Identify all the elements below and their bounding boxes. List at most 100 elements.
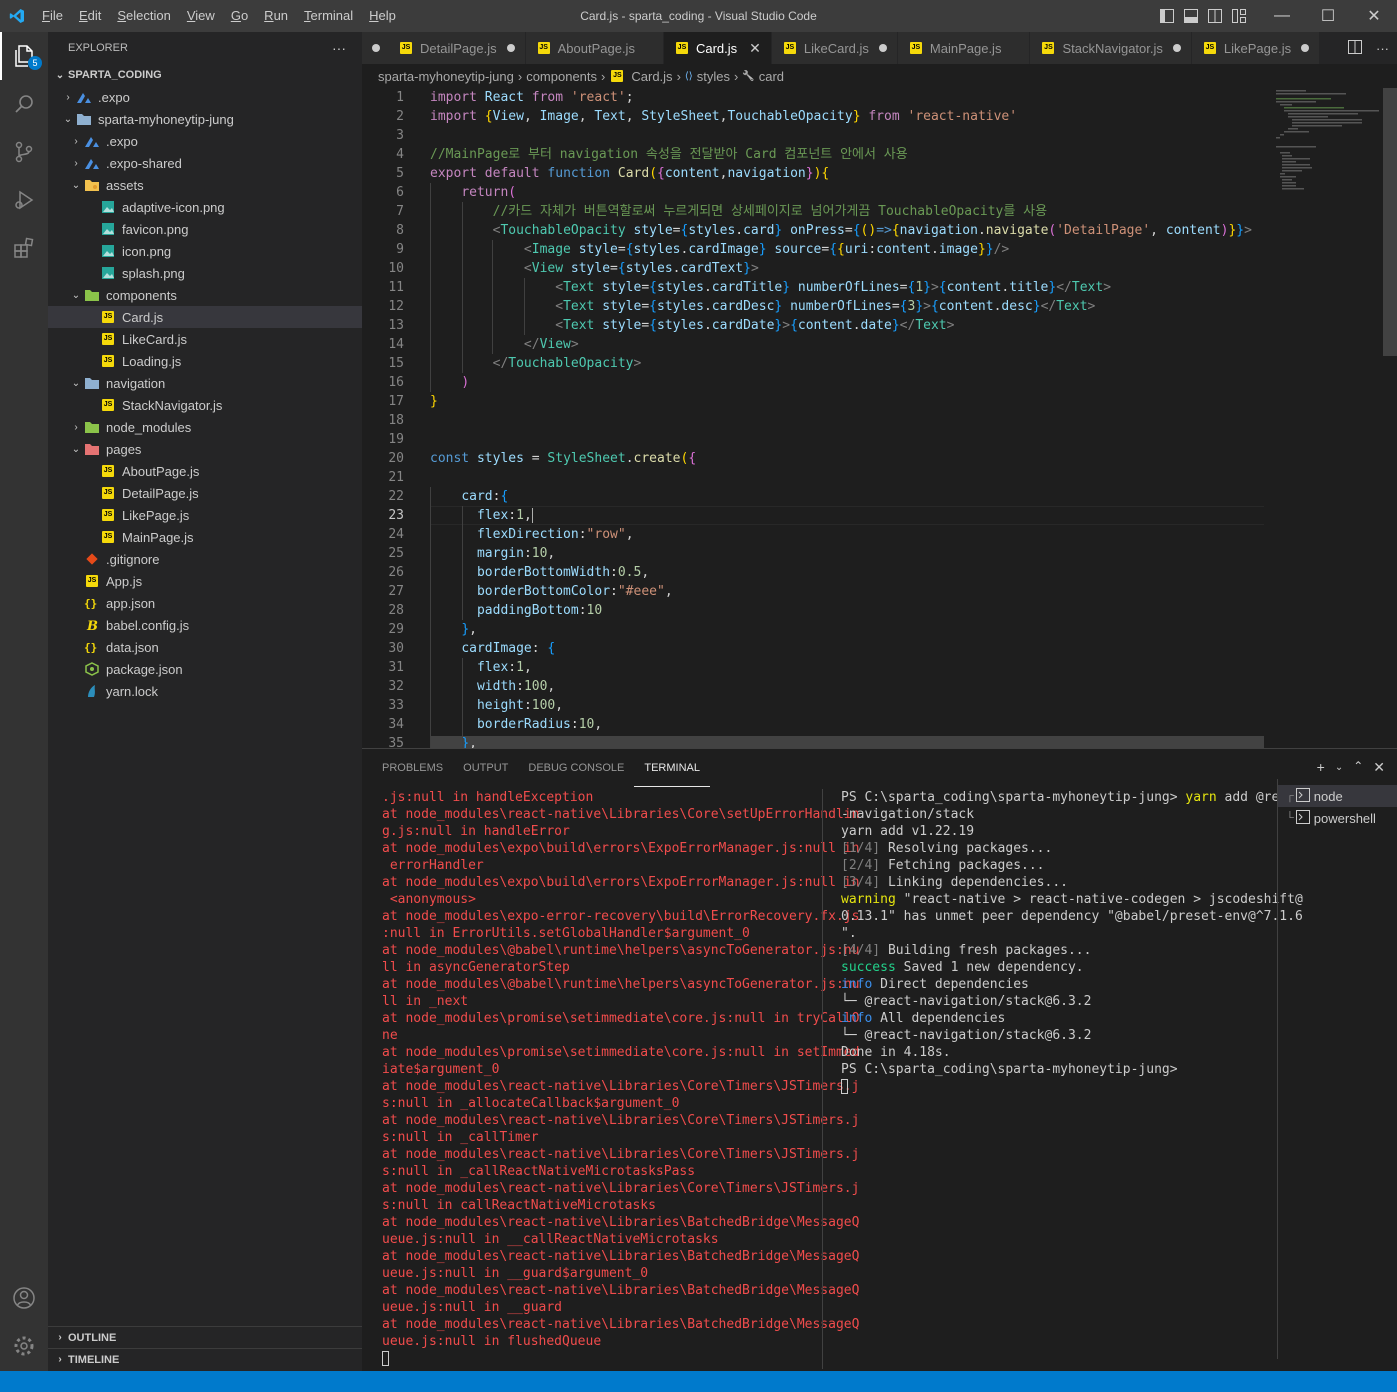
tree-item[interactable]: yarn.lock (48, 680, 362, 702)
source-control-icon[interactable] (0, 128, 48, 176)
terminal-list-item-powershell[interactable]: └ powershell (1278, 807, 1397, 829)
explorer-icon[interactable]: 5 (0, 32, 48, 80)
code-token: Text (1071, 280, 1104, 295)
tree-item[interactable]: {} app.json (48, 592, 362, 614)
code-line: 3 (362, 126, 1264, 145)
new-terminal-icon[interactable]: + (1317, 759, 1325, 776)
tab-card-js[interactable]: JS Card.js ✕ (663, 32, 772, 64)
menu-view[interactable]: View (179, 0, 223, 32)
breadcrumb-item[interactable]: components (526, 69, 597, 84)
minimap[interactable] (1272, 88, 1382, 748)
tab-close-icon[interactable]: ✕ (749, 40, 761, 57)
tree-item[interactable]: › .expo-shared (48, 152, 362, 174)
breadcrumb-item[interactable]: sparta-myhoneytip-jung (378, 69, 514, 84)
toggle-panel-icon[interactable] (1179, 0, 1203, 32)
tree-item[interactable]: ⌄ pages (48, 438, 362, 460)
tree-item[interactable]: ⌄ assets (48, 174, 362, 196)
tree-item[interactable]: › node_modules (48, 416, 362, 438)
customize-layout-icon[interactable] (1227, 0, 1251, 32)
manage-gear-icon[interactable] (0, 1322, 48, 1370)
breadcrumb-item[interactable]: card (759, 69, 784, 84)
terminal-dropdown-icon[interactable]: ⌄ (1335, 762, 1343, 776)
minimize-button[interactable]: — (1259, 0, 1305, 32)
tree-item[interactable]: {} data.json (48, 636, 362, 658)
toggle-sidebar-icon[interactable] (1155, 0, 1179, 32)
tree-item[interactable]: ⌄ components (48, 284, 362, 306)
outline-section[interactable]: › OUTLINE (48, 1326, 362, 1348)
panel-tab-terminal[interactable]: TERMINAL (634, 750, 710, 787)
maximize-panel-icon[interactable]: ⌃ (1353, 759, 1363, 776)
tree-item[interactable]: adaptive-icon.png (48, 196, 362, 218)
tree-item[interactable]: › .expo (48, 86, 362, 108)
code-text: <TouchableOpacity style={styles.card} on… (430, 221, 1252, 240)
code-token: { (617, 261, 626, 276)
tree-item[interactable]: JS App.js (48, 570, 362, 592)
terminal-token: └─ @react-navigation/stack@6.3.2 (841, 994, 1092, 1009)
terminal-node-output[interactable]: .js:null in handleException at node_modul… (382, 789, 859, 1366)
menu-go[interactable]: Go (223, 0, 256, 32)
tab-detailpage-js[interactable]: JS DetailPage.js (362, 32, 526, 64)
toggle-secondary-sidebar-icon[interactable] (1203, 0, 1227, 32)
code-token: Text (915, 318, 947, 333)
tree-item[interactable]: ⌄ sparta-myhoneytip-jung (48, 108, 362, 130)
menu-run[interactable]: Run (256, 0, 296, 32)
tree-item[interactable]: ⌄ navigation (48, 372, 362, 394)
panel-tab-problems[interactable]: PROBLEMS (372, 750, 453, 786)
more-actions-icon[interactable]: ··· (332, 40, 346, 56)
tree-item[interactable]: splash.png (48, 262, 362, 284)
tree-item[interactable]: JS Card.js (48, 306, 362, 328)
tree-item[interactable]: package.json (48, 658, 362, 680)
code-token: . (703, 299, 712, 314)
search-icon[interactable] (0, 80, 48, 128)
tree-item[interactable]: JS LikeCard.js (48, 328, 362, 350)
menu-edit[interactable]: Edit (71, 0, 109, 32)
line-number: 23 (388, 508, 404, 523)
tree-item[interactable]: › .expo (48, 130, 362, 152)
terminal-powershell-output[interactable]: PS C:\sparta_coding\sparta-myhoneytip-ju… (841, 789, 1303, 1094)
image-file-icon (100, 265, 116, 281)
tree-item[interactable]: JS LikePage.js (48, 504, 362, 526)
tree-item[interactable]: icon.png (48, 240, 362, 262)
run-debug-icon[interactable] (0, 176, 48, 224)
tab-likecard-js[interactable]: JS LikeCard.js (771, 32, 898, 64)
editor-scrollbar[interactable] (1383, 88, 1397, 356)
code-editor[interactable]: 1 import React from 'react'; 2 import {Vie… (362, 88, 1397, 748)
split-editor-icon[interactable] (1348, 39, 1362, 57)
menu-help[interactable]: Help (361, 0, 404, 32)
tab-stacknavigator-js[interactable]: JS StackNavigator.js (1030, 32, 1192, 64)
menu-file[interactable]: File (34, 0, 71, 32)
tab-likepage-js[interactable]: JS LikePage.js (1191, 32, 1321, 64)
tree-item[interactable]: .gitignore (48, 548, 362, 570)
tab-aboutpage-js[interactable]: JS AboutPage.js (525, 32, 664, 64)
close-panel-icon[interactable]: ✕ (1373, 759, 1385, 776)
terminal-list-item-node[interactable]: ┌ node (1278, 785, 1397, 807)
code-token: . (703, 280, 712, 295)
extensions-icon[interactable] (0, 224, 48, 272)
tree-item[interactable]: JS Loading.js (48, 350, 362, 372)
tree-item[interactable]: favicon.png (48, 218, 362, 240)
tree-item[interactable]: JS DetailPage.js (48, 482, 362, 504)
breadcrumb-item[interactable]: styles (697, 69, 730, 84)
code-token: width (476, 679, 517, 694)
code-text: ) (430, 373, 469, 392)
code-token: styles (657, 318, 704, 333)
editor-more-icon[interactable]: ··· (1376, 41, 1389, 56)
menu-terminal[interactable]: Terminal (296, 0, 361, 32)
timeline-section[interactable]: › TIMELINE (48, 1348, 362, 1370)
tree-item[interactable]: Bbabel.config.js (48, 614, 362, 636)
panel-tab-debug-console[interactable]: DEBUG CONSOLE (518, 750, 634, 786)
workspace-root[interactable]: ⌄ SPARTA_CODING (48, 64, 362, 86)
tree-item[interactable]: JS MainPage.js (48, 526, 362, 548)
menu-selection[interactable]: Selection (109, 0, 178, 32)
terminal-split-divider[interactable] (822, 789, 823, 1369)
panel-tab-output[interactable]: OUTPUT (453, 750, 518, 786)
maximize-button[interactable]: ☐ (1305, 0, 1351, 32)
tree-item[interactable]: JS AboutPage.js (48, 460, 362, 482)
tab-mainpage-js[interactable]: JS MainPage.js (897, 32, 1031, 64)
accounts-icon[interactable] (0, 1274, 48, 1322)
outline-label: OUTLINE (68, 1331, 117, 1344)
breadcrumb-item[interactable]: Card.js (631, 69, 672, 84)
tree-item[interactable]: JS StackNavigator.js (48, 394, 362, 416)
close-window-button[interactable]: ✕ (1351, 0, 1397, 32)
